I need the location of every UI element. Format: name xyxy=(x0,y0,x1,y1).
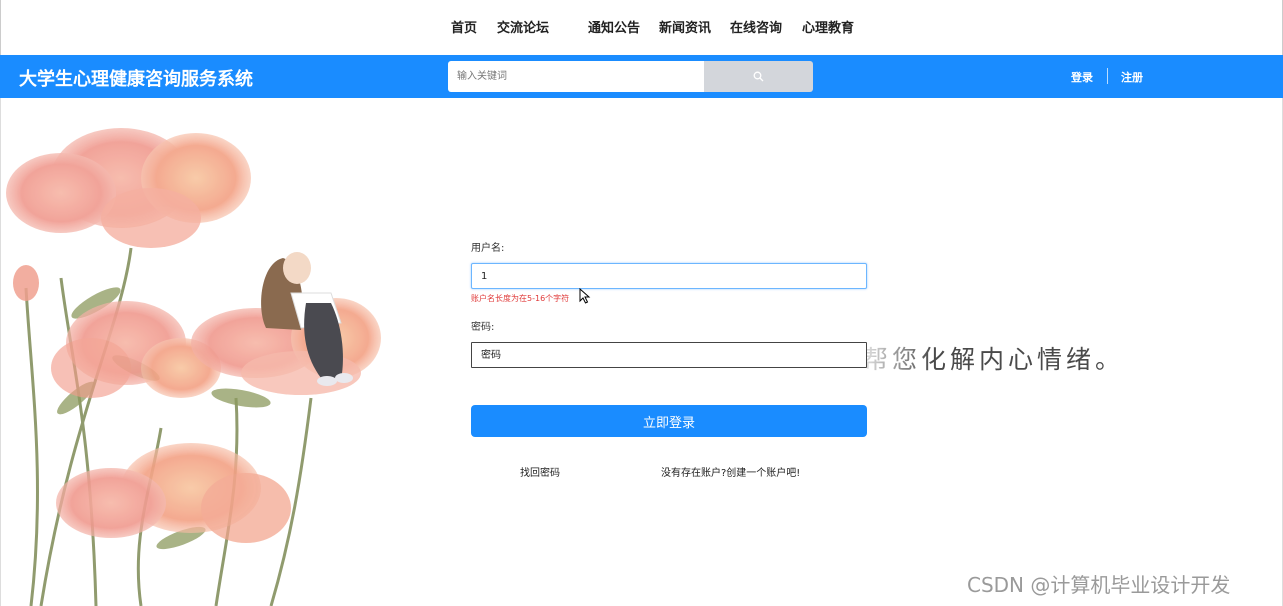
auth-divider xyxy=(1107,68,1108,84)
search-input[interactable] xyxy=(448,61,705,92)
slogan-fade xyxy=(863,338,933,374)
flower-girl-illustration xyxy=(6,128,381,606)
search-icon xyxy=(753,71,764,82)
forgot-password-link[interactable]: 找回密码 xyxy=(520,464,560,479)
username-label: 用户名: xyxy=(471,243,505,254)
header-bar: 大学生心理健康咨询服务系统 登录 注册 xyxy=(0,55,1283,98)
nav-item-notices[interactable]: 通知公告 xyxy=(588,17,640,36)
nav-item-home[interactable]: 首页 xyxy=(451,17,477,36)
mouse-cursor-icon xyxy=(579,288,591,304)
nav-item-psych-education[interactable]: 心理教育 xyxy=(802,17,854,36)
top-nav: 首页 交流论坛 通知公告 新闻资讯 在线咨询 心理教育 xyxy=(0,0,1283,55)
username-error-message: 账户名长度为在5-16个字符 xyxy=(471,294,570,303)
nav-item-online-consult[interactable]: 在线咨询 xyxy=(730,17,782,36)
login-link[interactable]: 登录 xyxy=(1071,69,1093,85)
create-account-link[interactable]: 没有存在账户?创建一个账户吧! xyxy=(661,464,800,479)
login-page-main: 帮您化解内心情绪。 用户名: 账户名长度为在5-16个字符 密码: 立即登录 找… xyxy=(0,98,1283,606)
nav-item-news[interactable]: 新闻资讯 xyxy=(659,17,711,36)
csdn-watermark: CSDN @计算机毕业设计开发 xyxy=(967,573,1231,597)
search-button[interactable] xyxy=(704,61,813,92)
site-title: 大学生心理健康咨询服务系统 xyxy=(19,69,253,90)
password-input[interactable] xyxy=(471,342,867,368)
login-submit-button[interactable]: 立即登录 xyxy=(471,405,867,437)
password-label: 密码: xyxy=(471,322,495,333)
username-input[interactable] xyxy=(471,263,867,289)
nav-item-forum[interactable]: 交流论坛 xyxy=(497,17,549,36)
register-link[interactable]: 注册 xyxy=(1121,69,1143,85)
